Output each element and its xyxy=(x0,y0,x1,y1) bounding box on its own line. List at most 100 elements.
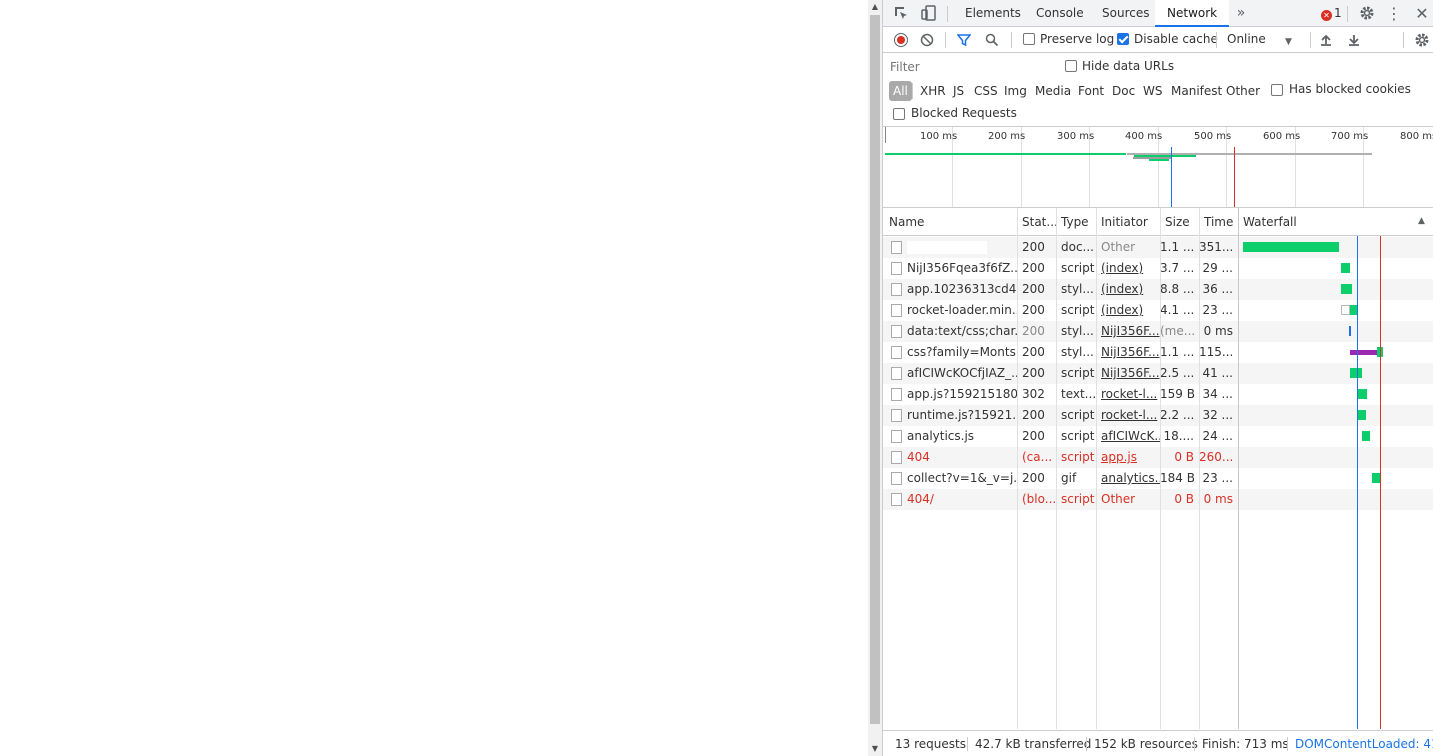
disable-cache-checkbox[interactable] xyxy=(1117,33,1129,45)
file-icon xyxy=(891,430,902,443)
table-row[interactable]: analytics.js 200 script afICIWcK... 18.... 24… xyxy=(883,426,1433,447)
clear-icon[interactable] xyxy=(920,31,934,49)
timeline-overview[interactable]: 100 ms 200 ms 300 ms 400 ms 500 ms 600 m… xyxy=(883,127,1433,208)
table-row[interactable]: css?family=Monts... 200 styl... NijI356F...… xyxy=(883,342,1433,363)
filter-type-xhr[interactable]: XHR xyxy=(920,81,946,101)
cell-initiator: Other xyxy=(1101,492,1136,506)
table-row[interactable]: collect?v=1&_v=j... 200 gif analytics... 184… xyxy=(883,468,1433,489)
cell-initiator[interactable]: rocket-l... xyxy=(1096,405,1160,426)
search-icon[interactable] xyxy=(985,31,999,49)
filter-type-doc[interactable]: Doc xyxy=(1112,81,1135,101)
cell-initiator[interactable]: rocket-l... xyxy=(1096,384,1160,405)
filter-type-ws[interactable]: WS xyxy=(1143,81,1162,101)
hide-data-urls-checkbox[interactable] xyxy=(1065,60,1077,72)
cell-initiator[interactable]: NijI356F... xyxy=(1096,342,1160,363)
column-header-initiator[interactable]: Initiator xyxy=(1096,208,1160,236)
filter-type-font[interactable]: Font xyxy=(1078,81,1104,101)
table-row[interactable]: runtime.js?15921... 200 script rocket-l... 2… xyxy=(883,405,1433,426)
column-header-type[interactable]: Type xyxy=(1056,208,1096,236)
tab-sources[interactable]: Sources xyxy=(1102,0,1149,27)
column-header-waterfall[interactable]: Waterfall xyxy=(1238,208,1408,236)
column-header-status[interactable]: Stat... xyxy=(1017,208,1056,236)
cell-initiator[interactable]: NijI356F... xyxy=(1096,321,1160,342)
column-header-size[interactable]: Size xyxy=(1160,208,1199,236)
has-blocked-cookies-label: Has blocked cookies xyxy=(1289,82,1411,96)
table-row[interactable]: NijI356Fqea3f6fZ... 200 script (index) 3.7 .… xyxy=(883,258,1433,279)
table-row[interactable]: app.10236313cd4... 200 styl... (index) 8.8 .… xyxy=(883,279,1433,300)
table-row[interactable]: app.js?1592151807 302 text... rocket-l... 15… xyxy=(883,384,1433,405)
cell-initiator[interactable]: app.js xyxy=(1096,447,1160,468)
preserve-log-checkbox[interactable] xyxy=(1023,33,1035,45)
waterfall-bar xyxy=(1341,305,1350,315)
error-badge[interactable]: ✕ 1 xyxy=(1321,6,1342,21)
filter-bar: Hide data URLs All XHR JS CSS Img Media … xyxy=(883,53,1433,127)
network-settings-gear-icon[interactable] xyxy=(1414,31,1430,49)
waterfall-bar xyxy=(1350,368,1362,378)
throttle-select[interactable]: Online xyxy=(1227,32,1266,46)
file-icon xyxy=(891,241,902,254)
redacted-name xyxy=(907,241,987,254)
cell-status: (ca... xyxy=(1022,450,1053,464)
settings-gear-icon[interactable] xyxy=(1357,4,1377,22)
cell-time: 0 ms xyxy=(1203,492,1233,506)
filter-type-js[interactable]: JS xyxy=(953,81,964,101)
throttle-dropdown-icon[interactable]: ▼ xyxy=(1285,33,1292,51)
device-toolbar-icon[interactable] xyxy=(919,4,939,22)
column-header-time[interactable]: Time xyxy=(1199,208,1238,236)
page-scrollbar[interactable]: ▲ ▼ xyxy=(868,0,882,756)
tab-console[interactable]: Console xyxy=(1036,0,1084,27)
table-row[interactable]: afICIWcKOCfjIAZ_... 200 script NijI356F... 2… xyxy=(883,363,1433,384)
close-devtools-icon[interactable]: ✕ xyxy=(1412,4,1432,23)
cell-initiator[interactable]: NijI356F... xyxy=(1096,363,1160,384)
table-row[interactable]: data:text/css;char... 200 styl... NijI356F.… xyxy=(883,321,1433,342)
overview-tick-label: 600 ms xyxy=(1263,131,1301,142)
cell-initiator[interactable]: (index) xyxy=(1096,258,1160,279)
cell-type: script xyxy=(1061,492,1095,506)
more-tabs-chevron-icon[interactable]: » xyxy=(1231,4,1251,22)
table-row[interactable]: 404 (ca... script app.js 0 B 260... xyxy=(883,447,1433,468)
cell-time: 32 ... xyxy=(1202,408,1233,422)
cell-type: doc... xyxy=(1061,240,1094,254)
filter-type-media[interactable]: Media xyxy=(1035,81,1071,101)
more-options-icon[interactable]: ⋮ xyxy=(1384,4,1404,23)
has-blocked-cookies-checkbox[interactable] xyxy=(1271,84,1283,96)
table-row[interactable]: 404/ (blo... script Other 0 B 0 ms xyxy=(883,489,1433,510)
filter-input[interactable] xyxy=(887,57,1052,76)
filter-type-all[interactable]: All xyxy=(889,81,912,101)
dom-content-loaded-marker xyxy=(1171,147,1172,207)
overview-tick-label: 300 ms xyxy=(1057,131,1095,142)
tab-elements[interactable]: Elements xyxy=(965,0,1021,27)
overview-tick-label: 200 ms xyxy=(988,131,1026,142)
scrollbar-thumb[interactable] xyxy=(870,15,880,724)
cell-size: 159 B xyxy=(1160,387,1195,401)
request-count: 13 requests xyxy=(895,737,966,751)
scroll-up-arrow-icon[interactable]: ▲ xyxy=(868,0,882,14)
scroll-down-arrow-icon[interactable]: ▼ xyxy=(868,742,882,756)
cell-initiator[interactable]: (index) xyxy=(1096,300,1160,321)
column-header-name[interactable]: Name xyxy=(884,208,1017,236)
filter-type-css[interactable]: CSS xyxy=(974,81,998,101)
cell-size: 4.1 ... xyxy=(1160,303,1195,317)
filter-type-other[interactable]: Other xyxy=(1226,81,1260,101)
cell-initiator[interactable]: analytics... xyxy=(1096,468,1160,489)
file-icon xyxy=(891,493,902,506)
tab-network[interactable]: Network xyxy=(1155,0,1230,27)
cell-initiator[interactable]: afICIWcK... xyxy=(1096,426,1160,447)
import-har-icon[interactable] xyxy=(1319,31,1333,49)
cell-time: 41 ... xyxy=(1202,366,1233,380)
filter-type-img[interactable]: Img xyxy=(1004,81,1027,101)
record-button[interactable] xyxy=(894,33,908,47)
inspect-element-icon[interactable] xyxy=(891,4,911,22)
cell-time: 0 ms xyxy=(1203,324,1233,338)
file-icon xyxy=(891,451,902,464)
filter-icon[interactable] xyxy=(957,31,971,49)
cell-initiator[interactable]: (index) xyxy=(1096,279,1160,300)
table-row[interactable]: rocket-loader.min... 200 script (index) 4.1 … xyxy=(883,300,1433,321)
filter-type-manifest[interactable]: Manifest xyxy=(1171,81,1222,101)
cell-status: 200 xyxy=(1022,408,1045,422)
sort-ascending-icon[interactable]: ▲ xyxy=(1418,216,1425,226)
cell-type: styl... xyxy=(1061,282,1094,296)
table-row[interactable]: 200 doc... Other 1.1 ... 351... xyxy=(883,237,1433,258)
blocked-requests-checkbox[interactable] xyxy=(893,108,905,120)
export-har-icon[interactable] xyxy=(1347,31,1361,49)
